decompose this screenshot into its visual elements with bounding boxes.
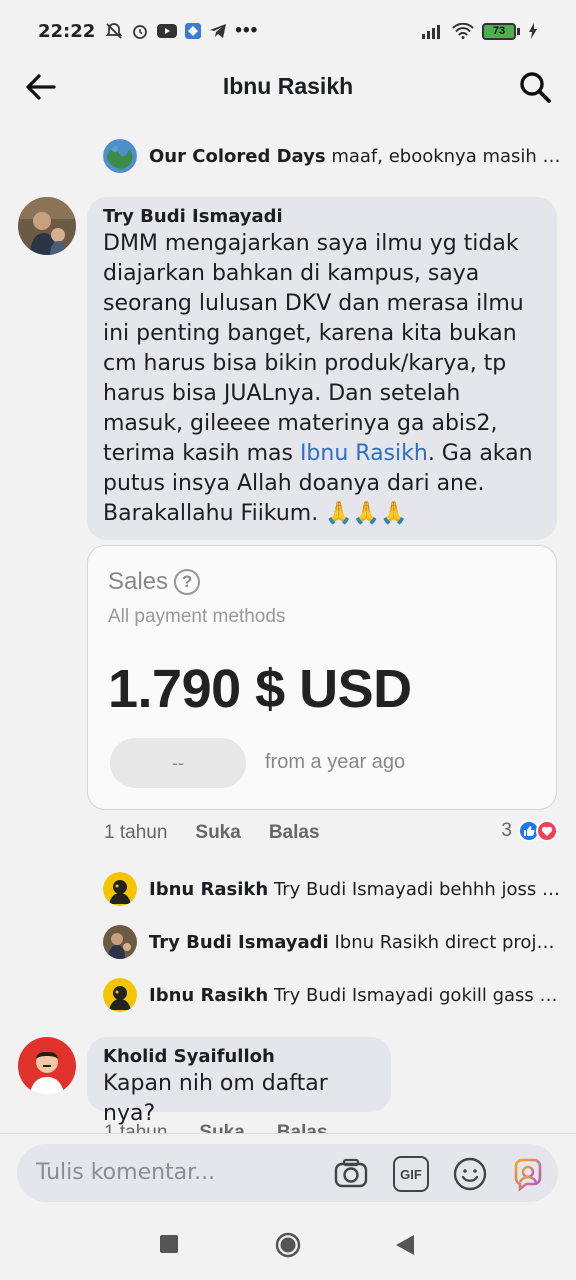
- mute-bell-icon: [106, 23, 123, 39]
- more-dots-icon: •••: [235, 20, 259, 41]
- back-nav-icon[interactable]: [396, 1235, 414, 1255]
- home-icon[interactable]: [275, 1232, 301, 1258]
- reply-item[interactable]: Ibnu Rasikh Try Budi Ismayadi gokill gas…: [103, 975, 563, 1015]
- reply-text: Ibnu Rasikh Try Budi Ismayadi gokill gas…: [149, 985, 563, 1006]
- reply-snippet: Try Budi Ismayadi behhh joss iki...: [273, 878, 563, 900]
- system-nav-bar: [0, 1213, 576, 1280]
- emoji-icon[interactable]: [452, 1156, 488, 1192]
- reply-text: Ibnu Rasikh Try Budi Ismayadi behhh joss…: [149, 879, 563, 900]
- comment-time: 1 tahun: [104, 822, 168, 843]
- status-icons-left: •••: [105, 20, 258, 42]
- reply-snippet: Try Budi Ismayadi gokill gass m...: [273, 984, 563, 1006]
- comment-input[interactable]: Tulis komentar... GIF: [17, 1144, 558, 1202]
- status-icons-right: 73: [422, 22, 538, 40]
- camera-icon[interactable]: [333, 1156, 369, 1192]
- like-button[interactable]: Suka: [195, 822, 240, 844]
- avatar-sticker-icon[interactable]: [510, 1156, 546, 1192]
- reply-item[interactable]: Our Colored Days maaf, ebooknya masih ad…: [103, 136, 563, 176]
- comment-author[interactable]: Try Budi Ismayadi: [103, 205, 541, 229]
- status-time: 22:22: [38, 20, 96, 42]
- reply-author[interactable]: Ibnu Rasikh: [149, 879, 268, 900]
- reply-item[interactable]: Try Budi Ismayadi Ibnu Rasikh direct pro…: [103, 922, 563, 962]
- sales-label: Sales ?: [108, 568, 201, 596]
- avatar[interactable]: [103, 139, 137, 173]
- help-icon: ?: [174, 569, 201, 595]
- comment-placeholder[interactable]: Tulis komentar...: [36, 1160, 215, 1185]
- reply-snippet: Ibnu Rasikh direct project...: [334, 931, 563, 953]
- avatar[interactable]: [18, 197, 76, 255]
- change-pill: --: [110, 738, 246, 788]
- sales-value: 1.790 $ USD: [108, 659, 412, 719]
- alarm-icon: [133, 25, 148, 39]
- gif-icon[interactable]: GIF: [393, 1156, 429, 1192]
- battery-icon: 73: [482, 22, 520, 40]
- search-icon[interactable]: [518, 70, 552, 104]
- attachment-image[interactable]: Sales ? All payment methods 1.790 $ USD …: [87, 545, 557, 810]
- comment-bubble[interactable]: Try Budi Ismayadi DMM mengajarkan saya i…: [87, 197, 557, 540]
- avatar[interactable]: [18, 1037, 76, 1095]
- app-icon: [185, 23, 202, 39]
- reply-text: Our Colored Days maaf, ebooknya masih ad…: [149, 146, 563, 167]
- avatar[interactable]: [103, 978, 137, 1012]
- battery-level: 73: [482, 22, 516, 40]
- reply-button[interactable]: Balas: [269, 822, 320, 844]
- comment-text: DMM mengajarkan saya ilmu yg tidak diaja…: [103, 231, 533, 526]
- comment-actions: 1 tahun Suka Balas: [104, 822, 320, 844]
- reply-author[interactable]: Our Colored Days: [149, 146, 326, 167]
- reply-text: Try Budi Ismayadi Ibnu Rasikh direct pro…: [149, 932, 563, 953]
- telegram-icon: [210, 24, 227, 38]
- reaction-count: 3: [501, 820, 512, 841]
- reply-author[interactable]: Try Budi Ismayadi: [149, 932, 329, 953]
- signal-icon: [422, 25, 440, 39]
- avatar[interactable]: [103, 925, 137, 959]
- reply-snippet: maaf, ebooknya masih ad...: [331, 145, 563, 167]
- reaction-summary[interactable]: 3: [501, 820, 558, 842]
- comment-text: Kapan nih om daftar nya?: [103, 1071, 328, 1126]
- reply-author[interactable]: Ibnu Rasikh: [149, 985, 268, 1006]
- recents-icon[interactable]: [160, 1235, 178, 1253]
- love-reaction-icon: [536, 820, 558, 842]
- status-bar: 22:22 ••• 73: [0, 0, 576, 62]
- charging-icon: [529, 23, 537, 39]
- reply-item[interactable]: Ibnu Rasikh Try Budi Ismayadi behhh joss…: [103, 869, 563, 909]
- comment-author[interactable]: Kholid Syaifulloh: [103, 1045, 375, 1069]
- avatar[interactable]: [103, 872, 137, 906]
- comment-composer: Tulis komentar... GIF: [0, 1133, 576, 1213]
- wifi-icon: [452, 23, 474, 39]
- comment-bubble[interactable]: Kholid Syaifulloh Kapan nih om daftar ny…: [87, 1037, 391, 1126]
- header: Ibnu Rasikh: [0, 62, 576, 112]
- youtube-icon: [157, 24, 178, 38]
- mention-link[interactable]: Ibnu Rasikh: [300, 441, 428, 466]
- payment-methods-label: All payment methods: [108, 606, 286, 627]
- comparison-label: from a year ago: [265, 751, 406, 773]
- page-title: Ibnu Rasikh: [222, 73, 354, 99]
